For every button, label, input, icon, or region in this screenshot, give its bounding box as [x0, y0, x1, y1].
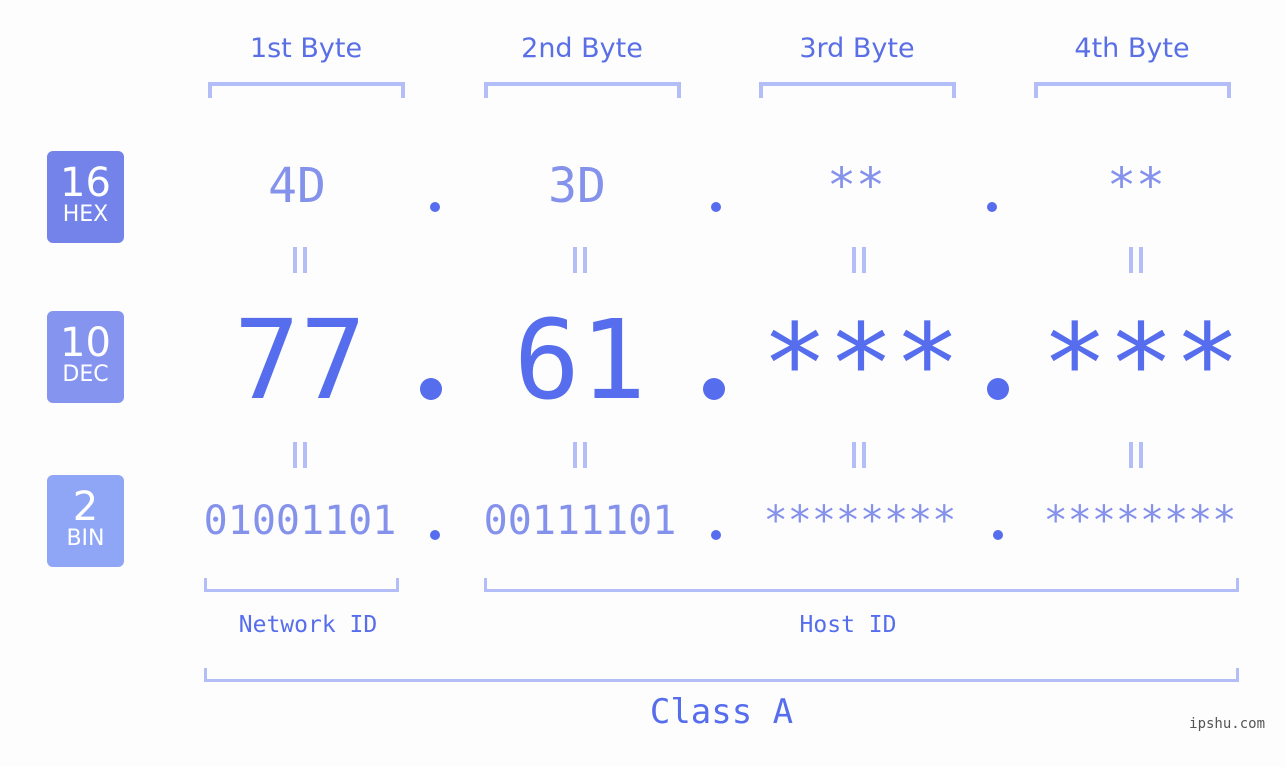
- network-id-bracket: [204, 578, 399, 592]
- dec-badge-label: DEC: [62, 362, 109, 387]
- bin-badge-number: 2: [72, 484, 99, 530]
- equals-icon: [293, 442, 307, 468]
- class-label: Class A: [649, 692, 794, 732]
- bin-dot-1: [430, 530, 440, 540]
- hex-dot-2: [711, 202, 721, 212]
- network-id-label: Network ID: [238, 612, 378, 638]
- dec-badge-number: 10: [60, 320, 111, 366]
- byte-bracket-2: [484, 82, 681, 98]
- hex-byte-3: **: [827, 158, 885, 214]
- equals-icon: [573, 247, 587, 273]
- dec-byte-4: ***: [1041, 300, 1241, 428]
- byte-header-1: 1st Byte: [249, 33, 363, 64]
- byte-bracket-4: [1034, 82, 1231, 98]
- dec-dot-3: [987, 378, 1009, 400]
- dec-byte-1: 77: [233, 296, 367, 424]
- host-id-bracket: [484, 578, 1239, 592]
- dec-dot-1: [420, 378, 442, 400]
- equals-icon: [852, 247, 866, 273]
- equals-icon: [293, 247, 307, 273]
- bin-byte-4: ********: [1043, 498, 1237, 544]
- bin-byte-1: 01001101: [203, 498, 397, 544]
- hex-byte-4: **: [1107, 158, 1165, 214]
- hex-badge-label: HEX: [62, 202, 109, 227]
- watermark: ipshu.com: [1189, 716, 1265, 732]
- equals-icon: [852, 442, 866, 468]
- equals-icon: [573, 442, 587, 468]
- hex-dot-3: [987, 202, 997, 212]
- bin-badge: 2 BIN: [47, 475, 124, 567]
- byte-header-3: 3rd Byte: [799, 33, 915, 64]
- dec-byte-3: ***: [761, 300, 961, 428]
- hex-dot-1: [430, 202, 440, 212]
- host-id-label: Host ID: [799, 612, 897, 638]
- hex-badge: 16 HEX: [47, 151, 124, 243]
- hex-badge-number: 16: [60, 160, 111, 206]
- dec-badge: 10 DEC: [47, 311, 124, 403]
- dec-dot-2: [703, 378, 725, 400]
- bin-dot-2: [711, 530, 721, 540]
- bin-byte-3: ********: [763, 498, 957, 544]
- hex-byte-2: 3D: [548, 158, 606, 214]
- byte-bracket-1: [208, 82, 405, 98]
- equals-icon: [1129, 247, 1143, 273]
- class-bracket: [204, 668, 1239, 682]
- dec-byte-2: 61: [513, 296, 647, 424]
- byte-header-2: 2nd Byte: [521, 33, 643, 64]
- bin-badge-label: BIN: [66, 526, 105, 551]
- equals-icon: [1129, 442, 1143, 468]
- byte-header-4: 4th Byte: [1074, 33, 1190, 64]
- bin-dot-3: [993, 530, 1003, 540]
- hex-byte-1: 4D: [268, 158, 326, 214]
- byte-bracket-3: [759, 82, 956, 98]
- bin-byte-2: 00111101: [483, 498, 677, 544]
